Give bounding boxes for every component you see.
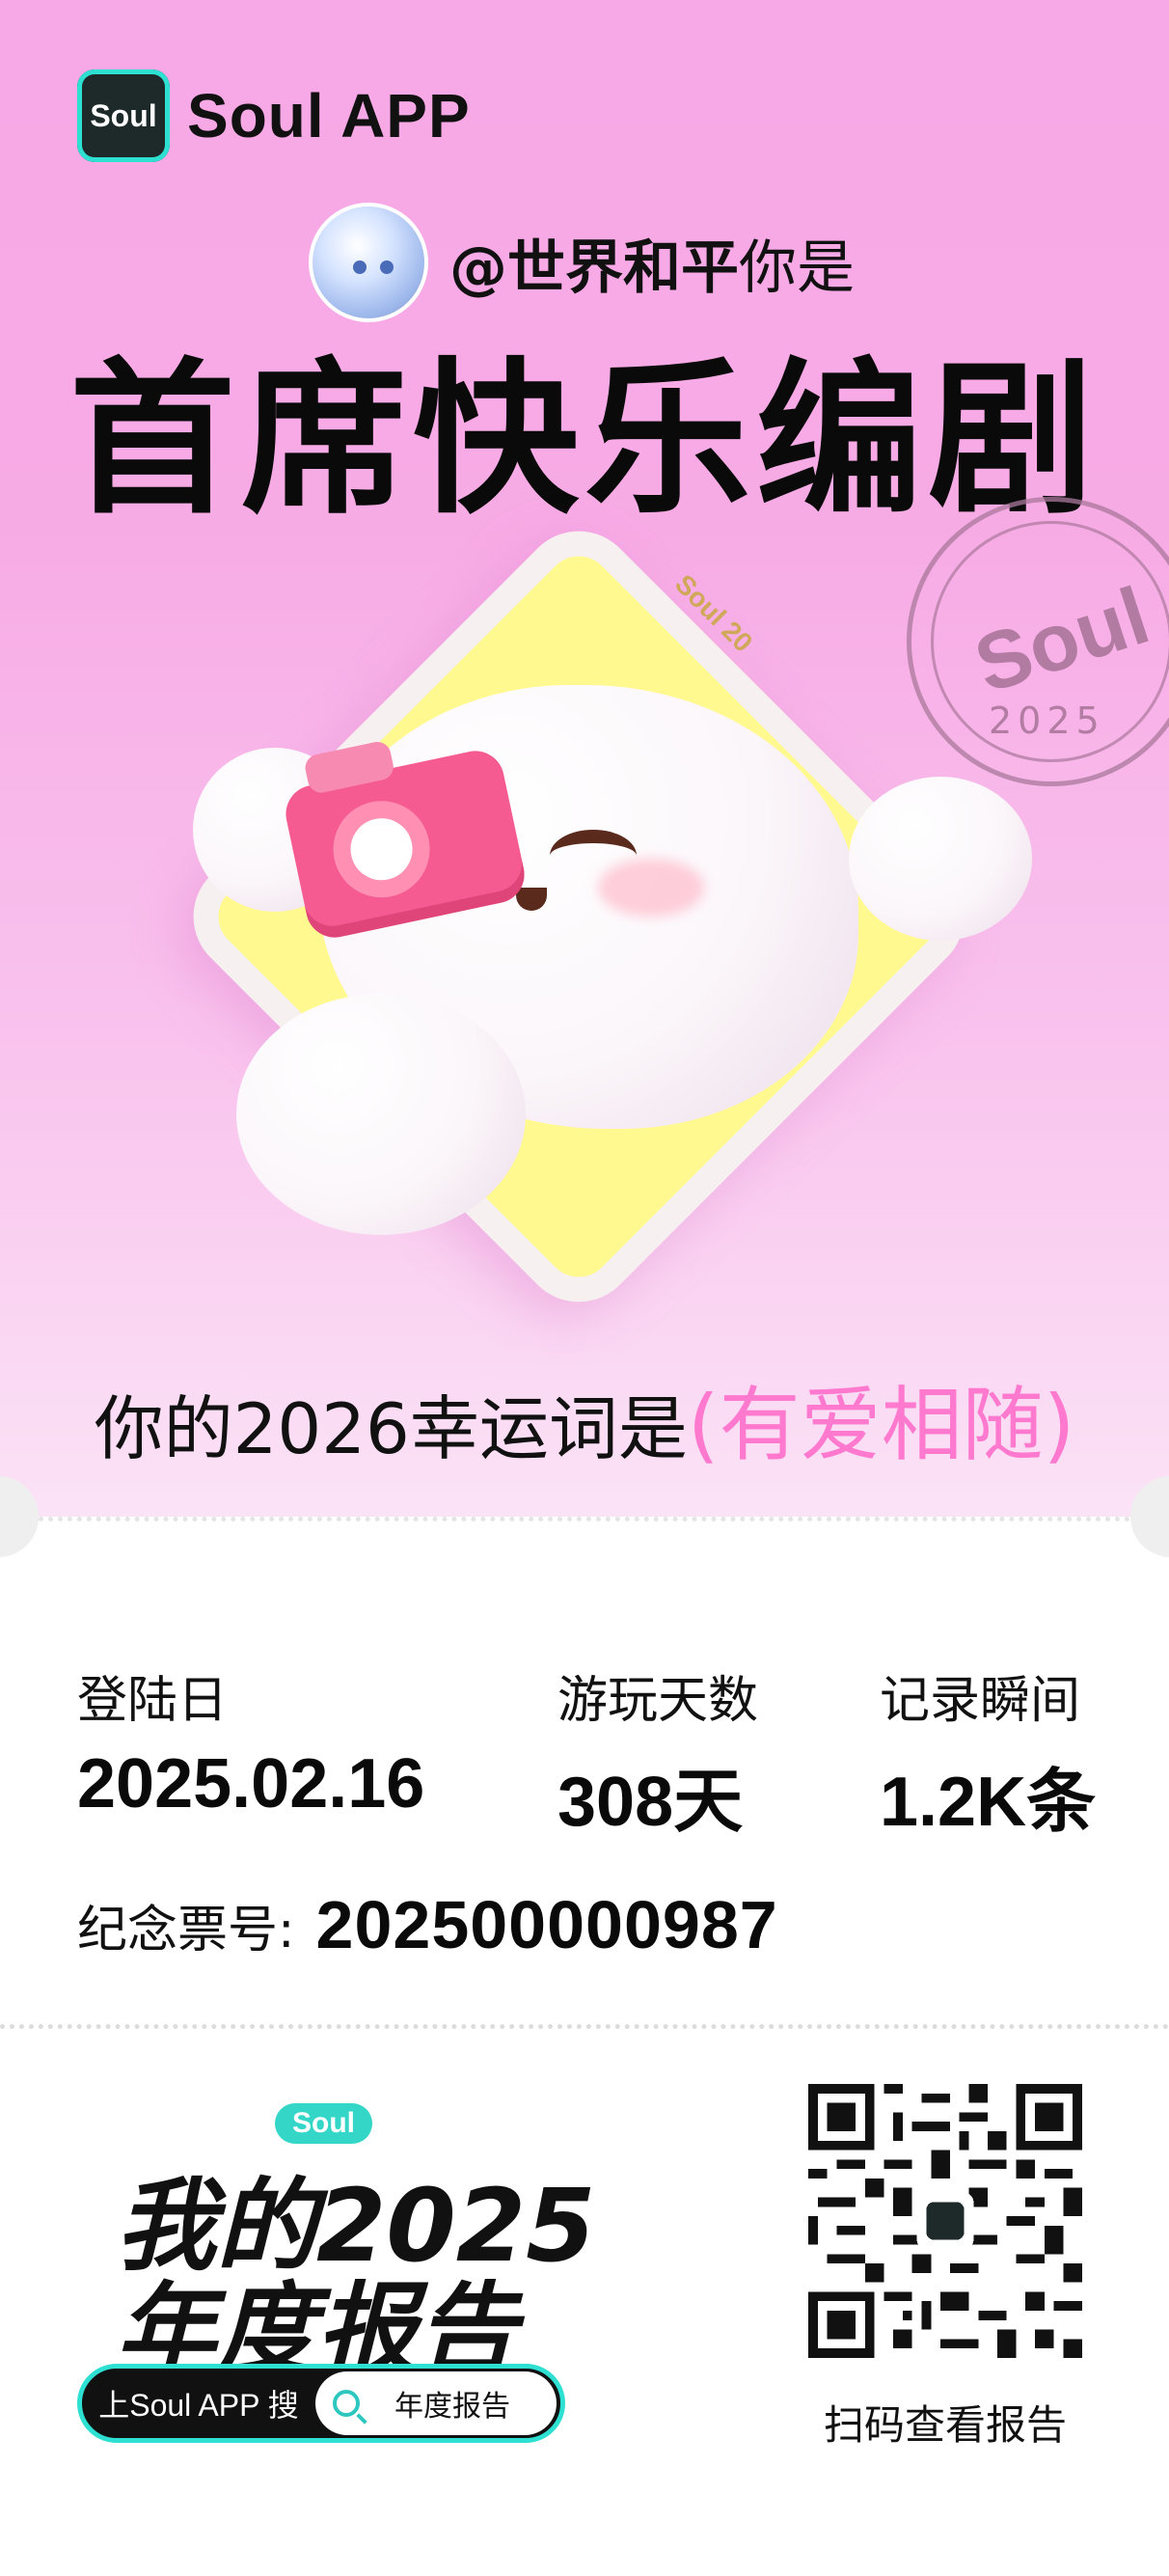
stat-days-value: 308天	[557, 1764, 744, 1841]
search-icon	[333, 2390, 360, 2417]
user-handle: @世界和平你是	[449, 221, 855, 305]
perforation-divider	[39, 1517, 1130, 1521]
avatar[interactable]	[309, 203, 428, 322]
ticket-number: 202500000987	[315, 1887, 778, 1962]
brand-name: Soul APP	[187, 81, 471, 151]
search-pill-label: 上Soul APP 搜	[98, 2388, 299, 2423]
lucky-word-line: 你的2026幸运词是(有爱相随)	[0, 1360, 1169, 1477]
ticket-number-row: 纪念票号: 202500000987	[77, 1886, 778, 1963]
title-headline: 首席快乐编剧	[69, 343, 1100, 536]
qr-center-logo-icon	[926, 2202, 965, 2240]
lucky-prefix: 你的2026幸运词是	[94, 1388, 688, 1469]
user-handle-suffix: 你是	[739, 233, 855, 302]
search-field[interactable]: 年度报告	[315, 2371, 557, 2435]
ticket-label: 纪念票号:	[77, 1901, 295, 1959]
perforation-divider-2	[0, 2024, 1169, 2029]
soul-logo-icon: Soul	[77, 69, 170, 162]
stamp-year: 2025	[989, 699, 1105, 742]
user-row: @世界和平你是	[309, 203, 855, 322]
qr-caption: 扫码查看报告	[823, 2401, 1067, 2449]
search-pill[interactable]: 上Soul APP 搜 年度报告	[77, 2364, 565, 2443]
stat-login-value: 2025.02.16	[77, 1745, 425, 1822]
stat-login-label: 登陆日	[77, 1672, 229, 1730]
qr-code[interactable]	[808, 2084, 1082, 2358]
user-handle-name: @世界和平	[449, 233, 739, 302]
stat-moments-value: 1.2K条	[880, 1764, 1097, 1841]
mascot-wink-eye	[550, 830, 637, 882]
brand: Soul Soul APP	[77, 69, 471, 162]
ticket-top: Soul Soul APP @世界和平你是 首席快乐编剧 Soul 20 Sou…	[0, 0, 1169, 1517]
soul-bubble-badge: Soul	[275, 2103, 372, 2144]
search-query: 年度报告	[394, 2390, 510, 2424]
stat-days-label: 游玩天数	[557, 1672, 759, 1730]
lucky-word: (有爱相随)	[687, 1378, 1075, 1472]
stat-moments-label: 记录瞬间	[880, 1672, 1081, 1730]
